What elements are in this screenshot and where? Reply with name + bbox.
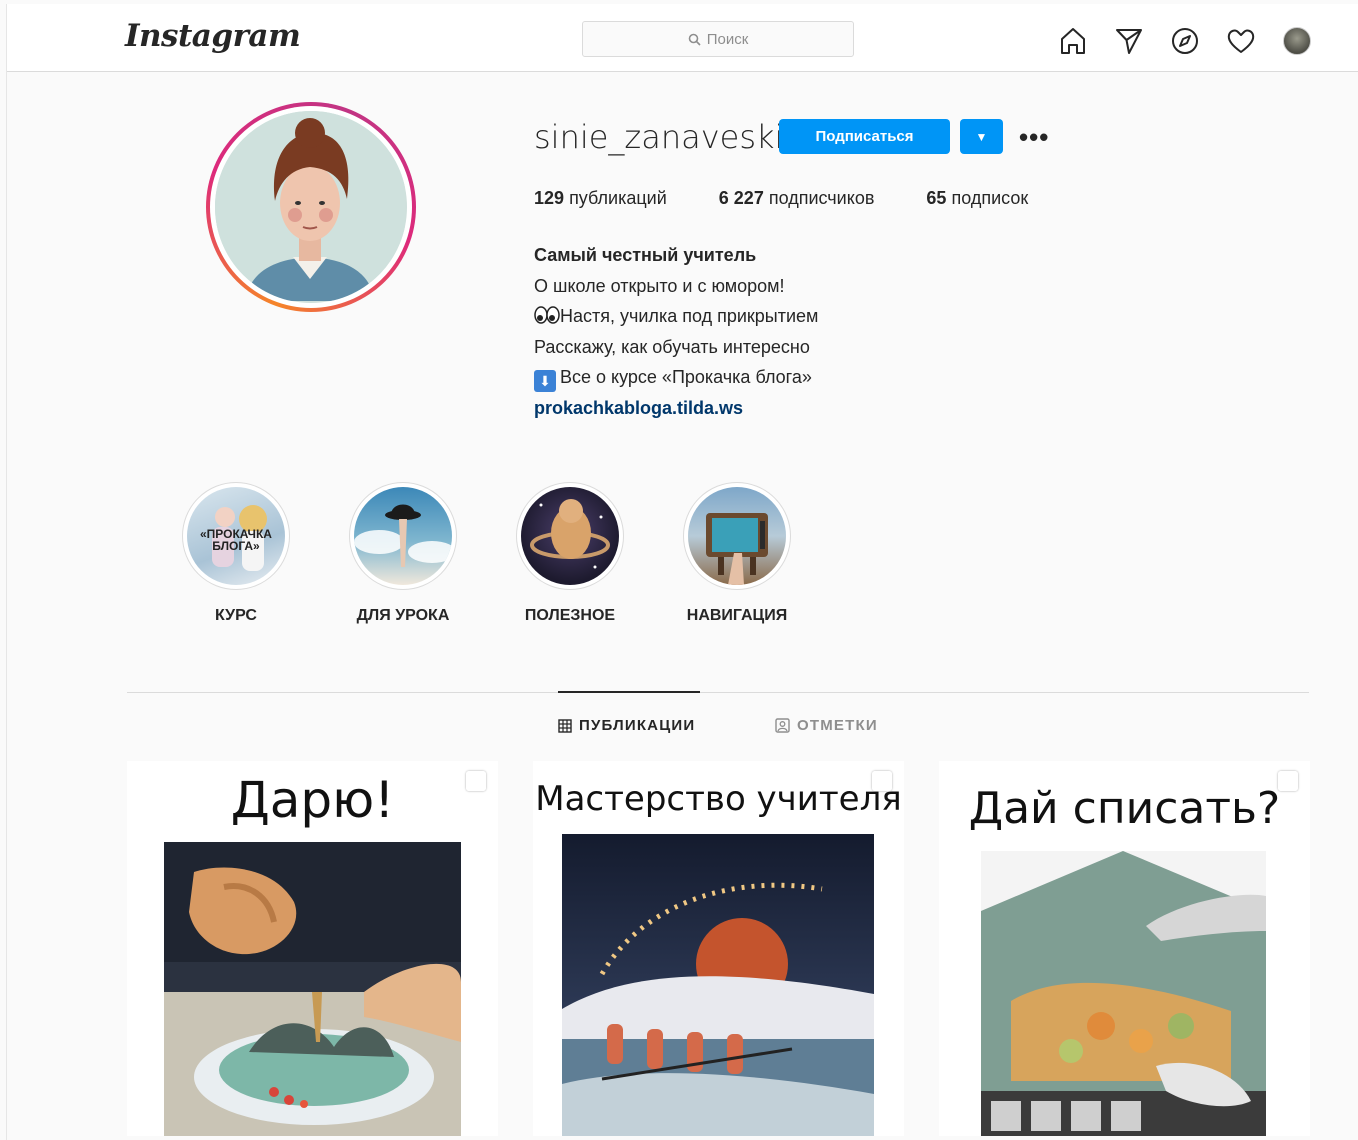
highlight-cover [354,487,452,585]
followers-count[interactable]: 6 227 подписчиков [719,188,875,209]
video-icon [872,771,892,791]
post-tile[interactable]: Дай списать? [939,761,1310,1136]
highlight-cover [521,487,619,585]
direct-icon[interactable] [1112,24,1146,58]
bio-name: Самый честный учитель [534,245,757,265]
highlight-cover: «ПРОКАЧКА БЛОГА» [187,487,285,585]
bio-line: О школе открыто и с юмором! [534,275,785,296]
tab-tagged[interactable]: ОТМЕТКИ [775,717,878,734]
post-tile[interactable]: Дарю! [127,761,498,1136]
post-image [562,834,874,1136]
highlight-label: КУРС [215,607,257,624]
highlight-label: ДЛЯ УРОКА [356,607,450,624]
activity-heart-icon[interactable] [1224,24,1258,58]
highlight-poleznoe[interactable]: ПОЛЕЗНОЕ [515,482,625,625]
multiple-photos-icon [1278,771,1298,791]
caret-down-icon: ▼ [975,129,988,144]
nav-icons [1056,24,1314,58]
instagram-logo[interactable]: Instagram [125,18,301,54]
tab-posts-label: ПУБЛИКАЦИИ [579,717,696,734]
home-icon[interactable] [1056,24,1090,58]
eyes-emoji-icon [534,303,560,324]
profile-username: sinie_zanaveski [534,118,784,156]
highlight-label: ПОЛЕЗНОЕ [524,607,616,624]
active-tab-indicator [558,691,700,693]
bio-link[interactable]: prokachkabloga.tilda.ws [534,393,818,424]
suggested-dropdown-button[interactable]: ▼ [960,119,1003,154]
follow-button[interactable]: Подписаться [779,119,950,154]
bio-line: Настя, училка под прикрытием [534,301,818,332]
profile-stats: 129 публикаций 6 227 подписчиков 65 подп… [534,188,1080,209]
following-count[interactable]: 65 подписок [926,188,1028,209]
highlight-label: НАВИГАЦИЯ [686,607,788,624]
highlight-dlya-uroka[interactable]: ДЛЯ УРОКА [348,482,458,625]
posts-count: 129 публикаций [534,188,667,208]
tab-posts[interactable]: ПУБЛИКАЦИИ [558,717,695,734]
tabs-divider [127,692,1309,693]
profile-avatar-icon[interactable] [1280,24,1314,58]
search-placeholder: Поиск [706,30,749,48]
multiple-photos-icon [466,771,486,791]
post-title: Дарю! [230,771,395,829]
down-arrow-emoji-icon: ⬇ [534,370,556,392]
highlight-cover-text: «ПРОКАЧКА БЛОГА» [200,527,272,553]
highlight-navigatsiya[interactable]: НАВИГАЦИЯ [682,482,792,625]
profile-avatar-ring[interactable] [206,102,416,312]
search-icon [688,33,701,46]
highlight-cover [688,487,786,585]
highlight-kurs[interactable]: «ПРОКАЧКА БЛОГА» КУРС [181,482,291,625]
post-image [981,851,1266,1136]
tagged-icon [775,718,790,733]
tab-tagged-label: ОТМЕТКИ [797,717,878,734]
profile-avatar [215,111,407,303]
grid-icon [558,718,572,733]
profile-bio: Самый честный учитель О школе открыто и … [534,240,818,423]
bio-line: ⬇ Все о курсе «Прокачка блога» [534,362,818,393]
bio-line: Расскажу, как обучать интересно [534,336,810,357]
top-navigation-bar: Instagram Поиск [7,4,1358,72]
explore-icon[interactable] [1168,24,1202,58]
post-title: Мастерство учителя [535,779,902,819]
more-options-icon[interactable]: ••• [1019,122,1049,153]
post-title: Дай списать? [968,783,1281,834]
post-image [164,842,461,1136]
search-input[interactable]: Поиск [582,21,854,57]
post-tile[interactable]: Мастерство учителя [533,761,904,1136]
page: Instagram Поиск sinie_zanaveski Подписат… [6,4,1358,1140]
